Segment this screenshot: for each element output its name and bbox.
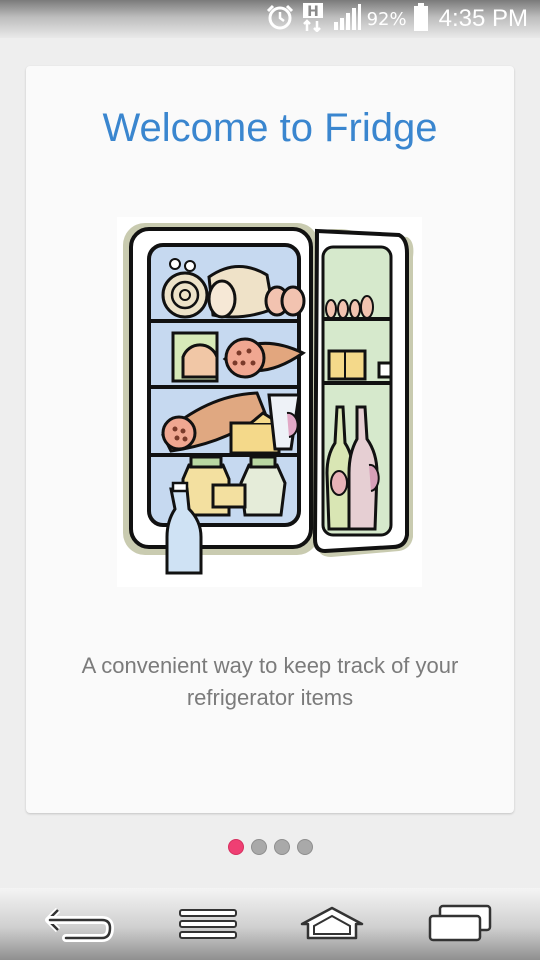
back-icon[interactable] xyxy=(44,902,116,946)
status-icons: H 92% 4:35 PM xyxy=(265,0,528,38)
page-dot-2[interactable] xyxy=(250,839,267,855)
page-dot-1[interactable] xyxy=(227,839,244,855)
description-line-2: refrigerator items xyxy=(186,685,354,710)
clock: 4:35 PM xyxy=(438,5,528,32)
battery-percent: 92% xyxy=(366,8,407,30)
welcome-title: Welcome to Fridge xyxy=(102,106,438,150)
network-badge-text: H xyxy=(307,4,319,20)
recent-apps-icon[interactable] xyxy=(422,902,494,946)
navigation-bar xyxy=(0,888,540,960)
network-type-icon: H xyxy=(301,2,327,36)
menu-icon[interactable] xyxy=(172,902,244,946)
open-fridge-illustration xyxy=(117,217,422,587)
page-dot-3[interactable] xyxy=(273,839,290,855)
alarm-icon xyxy=(265,3,295,35)
page-indicator xyxy=(0,839,540,855)
status-bar: H 92% 4:35 PM xyxy=(0,0,540,38)
signal-icon xyxy=(333,4,361,34)
battery-icon xyxy=(413,3,429,35)
page-dot-4[interactable] xyxy=(296,839,313,855)
welcome-description: A convenient way to keep track of your r… xyxy=(26,650,514,714)
description-line-1: A convenient way to keep track of your xyxy=(81,653,459,678)
home-icon[interactable] xyxy=(296,902,368,946)
